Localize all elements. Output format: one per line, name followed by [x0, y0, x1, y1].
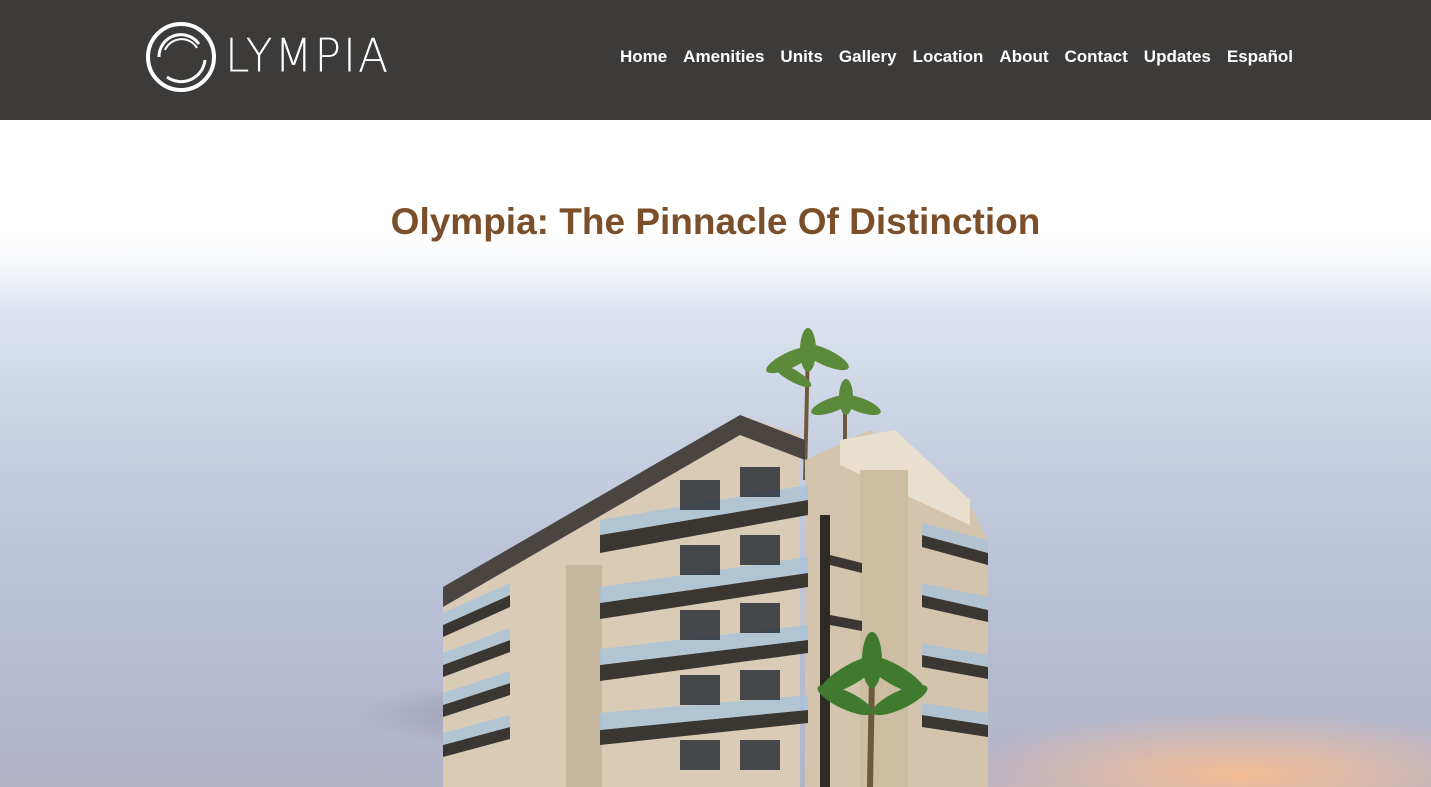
logo-link[interactable]: LYMPIA — [145, 20, 405, 94]
olympia-logo-rings-icon — [146, 22, 216, 92]
hero-image — [0, 235, 1431, 787]
nav-updates[interactable]: Updates — [1144, 46, 1211, 68]
hero-title: Olympia: The Pinnacle Of Distinction — [390, 201, 1041, 242]
site-header: LYMPIA Home Amenities Units Gallery Loca… — [0, 0, 1431, 120]
nav-espanol[interactable]: Español — [1227, 46, 1293, 68]
nav-contact[interactable]: Contact — [1065, 46, 1128, 68]
nav-about[interactable]: About — [999, 46, 1048, 68]
nav-units[interactable]: Units — [780, 46, 823, 68]
logo-text: LYMPIA — [225, 29, 391, 84]
main-nav: Home Amenities Units Gallery Location Ab… — [620, 46, 1293, 68]
nav-amenities[interactable]: Amenities — [683, 46, 764, 68]
nav-location[interactable]: Location — [913, 46, 984, 68]
building-illustration — [443, 328, 988, 787]
nav-gallery[interactable]: Gallery — [839, 46, 897, 68]
nav-home[interactable]: Home — [620, 46, 667, 68]
